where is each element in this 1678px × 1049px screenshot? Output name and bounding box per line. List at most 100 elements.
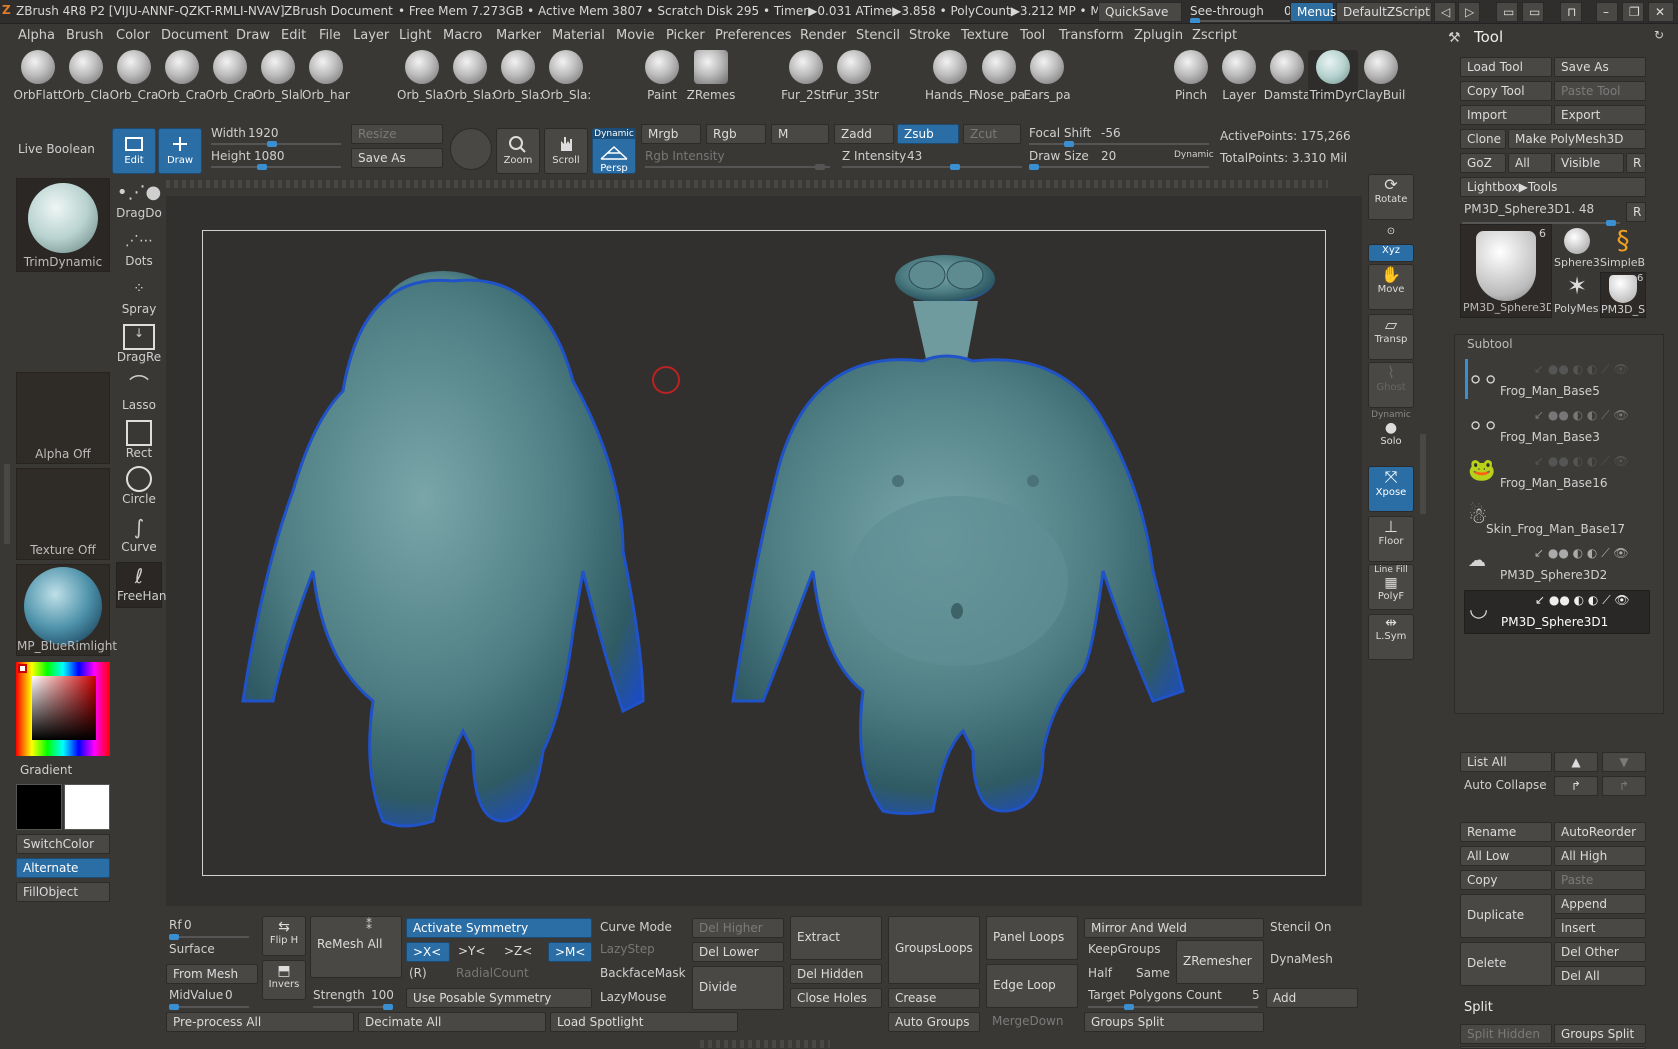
select-curve[interactable]: ∫ Curve	[116, 514, 162, 560]
menu-alpha[interactable]: Alpha	[18, 28, 55, 43]
menu-draw[interactable]: Draw	[236, 28, 270, 43]
alternate-button[interactable]: Alternate	[16, 858, 110, 878]
menu-material[interactable]: Material	[552, 28, 605, 43]
copy-tool-button[interactable]: Copy Tool	[1460, 81, 1552, 101]
scroll-right-icon[interactable]: ▷	[1458, 2, 1480, 22]
menu-texture[interactable]: Texture	[961, 28, 1009, 43]
from-mesh-button[interactable]: From Mesh	[166, 964, 258, 984]
move-down-arrow-icon[interactable]: ▼	[1602, 752, 1646, 772]
del-all-button[interactable]: Del All	[1554, 966, 1646, 986]
tool-thumb-polymesh[interactable]: ✶ PolyMes	[1554, 272, 1600, 318]
all-high-button[interactable]: All High	[1554, 846, 1646, 866]
brush-nose[interactable]: Nose_pa	[974, 50, 1024, 102]
groups-split-button[interactable]: Groups Split	[1084, 1012, 1264, 1032]
goz-all-button[interactable]: All	[1508, 153, 1552, 173]
menu-layer[interactable]: Layer	[353, 28, 389, 43]
menu-stroke[interactable]: Stroke	[909, 28, 950, 43]
rgb-button[interactable]: Rgb	[706, 124, 766, 144]
subtool-item[interactable]: ☁ PM3D_Sphere3D2 ↙ ●● ◐ ◐ ⟋ 👁	[1464, 544, 1650, 588]
del-higher-button[interactable]: Del Higher	[692, 918, 784, 938]
rotate-button[interactable]: ⟳ Rotate	[1368, 174, 1414, 220]
layout-left-icon[interactable]: ▭	[1496, 2, 1518, 22]
rgb-intensity-label[interactable]: Rgb Intensity	[645, 149, 725, 163]
width-slider[interactable]	[211, 141, 341, 147]
mid-value-slider[interactable]	[169, 1004, 249, 1010]
polyf-button[interactable]: Line Fill ▦ PolyF	[1368, 564, 1414, 610]
tool-thumb-sphere3d[interactable]: Sphere3	[1554, 226, 1600, 272]
insert-button[interactable]: Insert	[1554, 918, 1646, 938]
zcut-button[interactable]: Zcut	[963, 124, 1021, 144]
menu-render[interactable]: Render	[800, 28, 846, 43]
remesh-options-icon[interactable]: ⁑	[366, 918, 372, 932]
brush-hands[interactable]: Hands_F	[925, 50, 975, 102]
brush-claybuildup[interactable]: ClayBuil	[1356, 50, 1406, 102]
backface-mask-label[interactable]: BackfaceMask	[600, 966, 686, 980]
m-button[interactable]: M	[771, 124, 829, 144]
minimize-icon[interactable]: –	[1596, 2, 1618, 22]
save-as-doc-button[interactable]: Save As	[351, 148, 443, 168]
list-all-button[interactable]: List All	[1460, 752, 1552, 772]
stroke-dragdot[interactable]: •⋰● DragDo	[116, 180, 162, 226]
menus-button[interactable]: Menus	[1290, 2, 1336, 22]
brush-orb-slash-4[interactable]: Orb_Sla:	[493, 50, 543, 102]
save-as-tool-button[interactable]: Save As	[1554, 57, 1646, 77]
default-zscript-button[interactable]: DefaultZScript	[1336, 2, 1432, 22]
tool-palette-title[interactable]: Tool	[1474, 28, 1503, 46]
paste-tool-button[interactable]: Paste Tool	[1554, 81, 1646, 101]
close-icon[interactable]: ✕	[1648, 2, 1674, 22]
subtool-header[interactable]: Subtool	[1467, 337, 1513, 351]
target-polygons-label[interactable]: Target Polygons Count	[1088, 988, 1222, 1002]
decimate-all-button[interactable]: Decimate All	[358, 1012, 546, 1032]
zoom-button[interactable]: Zoom	[496, 128, 540, 174]
draw-size-label[interactable]: Draw Size	[1029, 149, 1089, 163]
brush-paint[interactable]: Paint	[637, 50, 687, 102]
del-hidden-button[interactable]: Del Hidden	[790, 964, 882, 984]
sym-y-button[interactable]: >Y<	[452, 942, 496, 962]
mrgb-button[interactable]: Mrgb	[641, 124, 701, 144]
quicksave-button[interactable]: QuickSave	[1098, 2, 1182, 22]
menu-transform[interactable]: Transform	[1059, 28, 1124, 43]
auto-groups-button[interactable]: Auto Groups	[888, 1012, 980, 1032]
dynamesh-label[interactable]: DynaMesh	[1270, 952, 1333, 966]
brush-zremesher[interactable]: ZRemes	[686, 50, 736, 102]
material-tile[interactable]: MP_BlueRimlight	[16, 564, 117, 656]
target-polygons-slider[interactable]	[1088, 1004, 1258, 1010]
brush-orb-slash-3[interactable]: Orb_Sla:	[445, 50, 495, 102]
height-slider[interactable]	[211, 164, 341, 170]
menu-tool[interactable]: Tool	[1020, 28, 1045, 43]
edge-loop-button[interactable]: Edge Loop	[986, 964, 1078, 1008]
radial-dial-icon[interactable]	[450, 128, 492, 170]
bottom-tray-handle[interactable]	[700, 1040, 830, 1048]
maximize-icon[interactable]: ❐	[1622, 2, 1644, 22]
zsub-button[interactable]: Zsub	[897, 124, 959, 144]
select-rect[interactable]: Rect	[116, 420, 162, 466]
brush-orb-crack-2[interactable]: Orb_Cra	[157, 50, 207, 102]
auto-reorder-button[interactable]: AutoReorder	[1554, 822, 1646, 842]
move-button[interactable]: ✋ Move	[1368, 264, 1414, 310]
delete-button[interactable]: Delete	[1460, 942, 1552, 986]
split-section-header[interactable]: Split	[1464, 1000, 1493, 1015]
stroke-spray[interactable]: ⁘ Spray	[116, 276, 162, 322]
rf-label[interactable]: Rf	[169, 918, 182, 932]
subtool-controls-icon[interactable]: ↙ ●● ◐ ◐ ⟋ 👁	[1534, 362, 1629, 377]
color-picker[interactable]	[16, 662, 110, 756]
make-polymesh-button[interactable]: Make PolyMesh3D	[1508, 129, 1646, 149]
draw-mode-button[interactable]: Draw	[158, 128, 202, 174]
switch-color-button[interactable]: SwitchColor	[16, 834, 110, 854]
strength-label[interactable]: Strength	[313, 988, 365, 1002]
secondary-color-swatch[interactable]	[64, 784, 110, 830]
menu-stencil[interactable]: Stencil	[856, 28, 900, 43]
frog-man-model-view[interactable]	[203, 231, 1327, 877]
top-shelf-divider[interactable]	[166, 180, 1328, 188]
brush-layer[interactable]: Layer	[1214, 50, 1264, 102]
menu-movie[interactable]: Movie	[616, 28, 654, 43]
load-spotlight-button[interactable]: Load Spotlight	[550, 1012, 738, 1032]
xyz-button[interactable]: Xyz	[1368, 244, 1414, 262]
subtool-controls-icon[interactable]: ↙ ●● ◐ ◐ ⟋ 👁	[1534, 546, 1629, 561]
menu-zscript[interactable]: Zscript	[1192, 28, 1237, 43]
color-picker-square[interactable]	[32, 676, 96, 740]
menu-marker[interactable]: Marker	[496, 28, 541, 43]
lock-icon[interactable]: ⊓	[1560, 2, 1582, 22]
lazymouse-label[interactable]: LazyMouse	[600, 990, 666, 1004]
resize-button[interactable]: Resize	[351, 124, 443, 144]
